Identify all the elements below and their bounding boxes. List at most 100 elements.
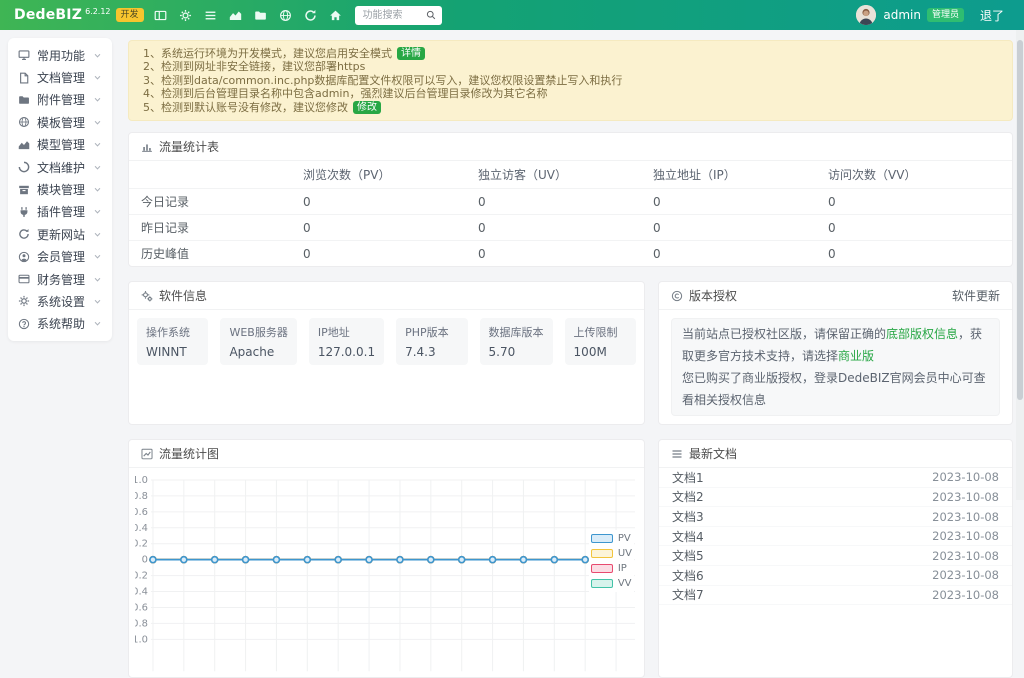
- cell-value: 0: [478, 241, 653, 267]
- sidebar-item-label: 文档维护: [37, 159, 85, 176]
- gear-icon[interactable]: [179, 9, 192, 22]
- copyright-info-link[interactable]: 底部版权信息: [886, 327, 958, 341]
- sidebar-item[interactable]: 财务管理: [8, 268, 112, 290]
- cogs-icon: [141, 290, 153, 302]
- doc-date: 2023-10-08: [932, 490, 999, 504]
- line-chart-icon: [141, 448, 153, 460]
- software-info-card: 软件信息 操作系统WINNTWEB服务器ApacheIP地址127.0.0.1P…: [128, 281, 645, 425]
- sidebar-item[interactable]: 模块管理: [8, 178, 112, 200]
- sidebar-item[interactable]: 常用功能: [8, 44, 112, 66]
- doc-date: 2023-10-08: [932, 470, 999, 484]
- sidebar-item[interactable]: 会员管理: [8, 246, 112, 268]
- cell-value: 0: [828, 215, 1012, 241]
- legend-item[interactable]: UV: [591, 546, 632, 561]
- app-version: 6.2.12: [85, 7, 110, 16]
- home-icon[interactable]: [329, 9, 342, 22]
- system-warning-alert: 1、系统运行环境为开发模式，建议您启用安全模式详情2、检测到网址非安全链接，建议…: [128, 40, 1013, 121]
- latest-docs-header: 最新文档: [659, 440, 1012, 468]
- doc-row[interactable]: 文档42023-10-08: [659, 527, 1012, 547]
- columns-icon[interactable]: [154, 9, 167, 22]
- cell-value: 0: [478, 189, 653, 215]
- doc-row[interactable]: 文档72023-10-08: [659, 586, 1012, 606]
- doc-row[interactable]: 文档12023-10-08: [659, 468, 1012, 488]
- info-value: 7.4.3: [405, 345, 458, 359]
- sidebar-item[interactable]: 文档管理: [8, 66, 112, 88]
- doc-row[interactable]: 文档22023-10-08: [659, 488, 1012, 508]
- chevron-down-icon: [93, 163, 102, 172]
- software-update-link[interactable]: 软件更新: [952, 287, 1000, 304]
- globe-icon[interactable]: [279, 9, 292, 22]
- data-point-PV: [582, 557, 588, 563]
- folder-icon[interactable]: [254, 9, 267, 22]
- archive-icon: [18, 184, 30, 196]
- commercial-link[interactable]: 商业版: [838, 349, 874, 363]
- alert-action-badge[interactable]: 修改: [353, 101, 381, 114]
- legend-swatch-PV: [591, 534, 613, 543]
- sidebar-item-label: 文档管理: [37, 69, 85, 86]
- software-info-box: WEB服务器Apache: [220, 318, 296, 365]
- legend-item[interactable]: IP: [591, 561, 632, 576]
- data-point-PV: [490, 557, 496, 563]
- doc-date: 2023-10-08: [932, 568, 999, 582]
- chevron-down-icon: [93, 275, 102, 284]
- info-value: 127.0.0.1: [318, 345, 375, 359]
- doc-row[interactable]: 文档62023-10-08: [659, 566, 1012, 586]
- latest-docs-card: 最新文档 文档12023-10-08文档22023-10-08文档32023-1…: [658, 439, 1013, 678]
- display-icon: [18, 49, 30, 61]
- sidebar-item[interactable]: 系统帮助: [8, 313, 112, 335]
- refresh-icon[interactable]: [304, 9, 317, 22]
- sidebar-item[interactable]: 更新网站: [8, 223, 112, 245]
- doc-name: 文档5: [672, 547, 704, 564]
- sidebar-item[interactable]: 模板管理: [8, 111, 112, 133]
- doc-row[interactable]: 文档52023-10-08: [659, 546, 1012, 566]
- bar-chart-icon: [141, 141, 153, 153]
- legend-item[interactable]: VV: [591, 576, 632, 591]
- doc-row[interactable]: 文档32023-10-08: [659, 507, 1012, 527]
- alert-action-badge[interactable]: 详情: [397, 47, 425, 60]
- env-badge: 开发: [116, 8, 144, 22]
- search-icon[interactable]: [426, 10, 436, 20]
- search-input[interactable]: [361, 9, 426, 22]
- brand[interactable]: DedeBIZ 6.2.12 开发: [14, 7, 144, 23]
- doc-date: 2023-10-08: [932, 510, 999, 524]
- legend-swatch-UV: [591, 549, 613, 558]
- info-label: 操作系统: [146, 324, 199, 340]
- traffic-chart-card: 流量统计图 1.00.80.60.40.20-0.2-0.4-0.6-0.8-1…: [128, 439, 645, 678]
- sidebar-item[interactable]: 插件管理: [8, 201, 112, 223]
- sidebar-item-label: 更新网站: [37, 226, 85, 243]
- data-point-PV: [335, 557, 341, 563]
- software-info-box: PHP版本7.4.3: [396, 318, 467, 365]
- circle-notch-icon: [18, 161, 30, 173]
- page-scrollbar[interactable]: [1016, 30, 1024, 500]
- legend-item[interactable]: PV: [591, 531, 632, 546]
- data-point-PV: [428, 557, 434, 563]
- license-title: 版本授权: [689, 287, 737, 304]
- sidebar-item-label: 模板管理: [37, 114, 85, 131]
- y-tick-label: 0: [142, 555, 148, 566]
- username[interactable]: admin: [883, 8, 921, 22]
- sidebar-item-label: 财务管理: [37, 271, 85, 288]
- scrollbar-thumb[interactable]: [1017, 40, 1023, 400]
- list-icon[interactable]: [204, 9, 217, 22]
- plug-icon: [18, 206, 30, 218]
- chevron-down-icon: [93, 185, 102, 194]
- license-line-2: 您已购买了商业版授权，登录DedeBIZ官网会员中心可查看相关授权信息: [682, 367, 989, 411]
- sidebar-item[interactable]: 附件管理: [8, 89, 112, 111]
- search-box[interactable]: [355, 6, 442, 25]
- user-area: admin 管理员 退了: [856, 5, 1010, 25]
- chart-area-icon[interactable]: [229, 9, 242, 22]
- sidebar-item[interactable]: 模型管理: [8, 134, 112, 156]
- table-header-row: 浏览次数（PV）独立访客（UV）独立地址（IP）访问次数（VV）: [129, 161, 1012, 189]
- info-label: WEB服务器: [229, 324, 287, 340]
- chevron-down-icon: [93, 297, 102, 306]
- sidebar-item[interactable]: 文档维护: [8, 156, 112, 178]
- sidebar-item[interactable]: 系统设置: [8, 290, 112, 312]
- row-label: 今日记录: [129, 189, 303, 215]
- list-icon: [671, 448, 683, 460]
- y-tick-label: -0.4: [135, 587, 148, 598]
- avatar[interactable]: [856, 5, 876, 25]
- logout-link[interactable]: 退了: [980, 7, 1004, 24]
- alert-item: 4、检测到后台管理目录名称中包含admin，强烈建议后台管理目录修改为其它名称: [143, 87, 998, 100]
- chevron-down-icon: [93, 252, 102, 261]
- latest-docs-title: 最新文档: [689, 445, 737, 462]
